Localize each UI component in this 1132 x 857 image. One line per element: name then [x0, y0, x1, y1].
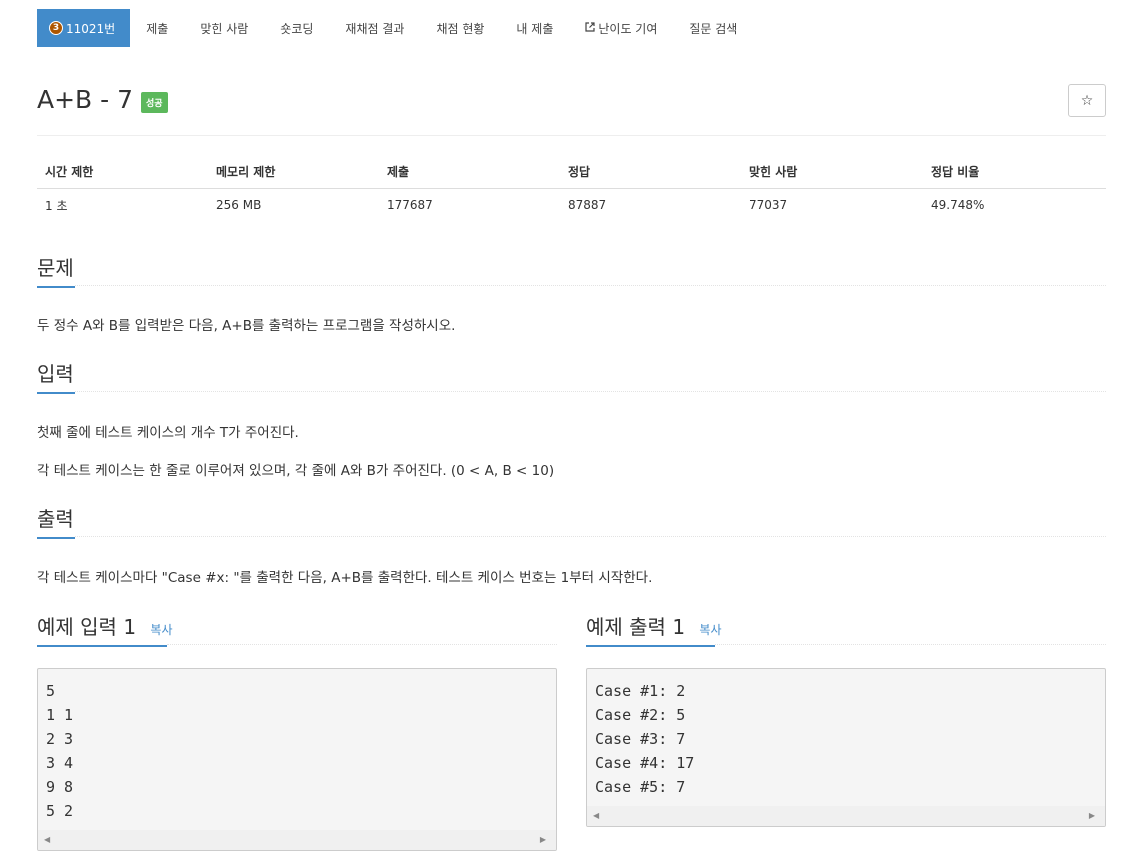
output-description: 각 테스트 케이스마다 "Case #x: "를 출력한 다음, A+B를 출력… [37, 570, 653, 586]
heading-underline [586, 645, 715, 647]
output-section-heading: 출력 [37, 503, 75, 539]
submissions-value: 177687 [387, 198, 433, 213]
col-solved-users: 맞힌 사람 [741, 155, 923, 189]
sample-output-box[interactable]: Case #1: 2 Case #2: 5 Case #3: 7 Case #4… [586, 668, 1106, 827]
time-limit-value: 1 초 [45, 198, 68, 213]
external-link-icon [585, 21, 595, 35]
tier-icon: 3 [49, 21, 63, 35]
tab-difficulty-label: 난이도 기여 [598, 21, 658, 36]
input-section-label: 입력 [37, 362, 74, 386]
title-divider [37, 135, 1106, 136]
heading-underline [37, 392, 75, 394]
heading-underline [37, 645, 167, 647]
problem-description: 두 정수 A와 B를 입력받은 다음, A+B를 출력하는 프로그램을 작성하시… [37, 318, 456, 334]
solved-users-value: 77037 [749, 198, 788, 213]
input-section-heading: 입력 [37, 358, 75, 394]
star-icon: ☆ [1080, 92, 1094, 109]
problem-title-row: A+B - 7 성공 [37, 85, 168, 114]
tab-problem[interactable]: 3 11021번 [37, 9, 131, 47]
col-memory-limit: 메모리 제한 [208, 155, 379, 189]
problem-info-table: 시간 제한 메모리 제한 제출 정답 맞힌 사람 정답 비율 1 초 256 M… [37, 155, 1106, 222]
sample-input-data: 5 1 1 2 3 3 4 9 8 5 2 [46, 682, 74, 820]
scroll-right-icon[interactable]: ▶ [540, 835, 546, 844]
horizontal-scrollbar[interactable]: ◀ ▶ [587, 806, 1105, 826]
input-description-2: 각 테스트 케이스는 한 줄로 이루어져 있으며, 각 줄에 A와 B가 주어진… [37, 463, 555, 479]
problem-nav-tabs: 3 11021번 제출 맞힌 사람 숏코딩 재채점 결과 채점 현황 내 제출 … [37, 9, 753, 47]
col-accepted: 정답 [560, 155, 741, 189]
memory-limit-value: 256 MB [216, 198, 262, 213]
col-accept-ratio: 정답 비율 [923, 155, 1106, 189]
copy-output-button[interactable]: 복사 [699, 623, 721, 637]
section-divider [715, 644, 1106, 645]
problem-section-label: 문제 [37, 256, 74, 280]
section-divider [75, 536, 1106, 537]
page-title: A+B - 7 [37, 85, 134, 114]
scroll-left-icon[interactable]: ◀ [44, 835, 50, 844]
sample-output-data: Case #1: 2 Case #2: 5 Case #3: 7 Case #4… [595, 682, 695, 796]
tab-question-search[interactable]: 질문 검색 [673, 9, 753, 47]
tab-difficulty-contribution[interactable]: 난이도 기여 [569, 9, 673, 47]
col-time-limit: 시간 제한 [37, 155, 208, 189]
tab-submit[interactable]: 제출 [130, 9, 184, 47]
info-header-row: 시간 제한 메모리 제한 제출 정답 맞힌 사람 정답 비율 [37, 155, 1106, 189]
input-description-1: 첫째 줄에 테스트 케이스의 개수 T가 주어진다. [37, 425, 299, 441]
sample-output-label: 예제 출력 1 [586, 615, 686, 639]
horizontal-scrollbar[interactable]: ◀ ▶ [38, 830, 556, 850]
heading-underline [37, 537, 75, 539]
tab-problem-label: 11021번 [66, 21, 116, 36]
copy-input-button[interactable]: 복사 [150, 623, 172, 637]
tab-rejudge-results[interactable]: 재채점 결과 [329, 9, 420, 47]
info-value-row: 1 초 256 MB 177687 87887 77037 49.748% [37, 188, 1106, 222]
sample-output-heading: 예제 출력 1 복사 [586, 611, 722, 647]
output-section-label: 출력 [37, 507, 74, 531]
section-divider [167, 644, 557, 645]
tab-short-coding[interactable]: 숏코딩 [264, 9, 329, 47]
col-submissions: 제출 [379, 155, 560, 189]
scroll-right-icon[interactable]: ▶ [1089, 811, 1095, 820]
sample-input-box[interactable]: 5 1 1 2 3 3 4 9 8 5 2 ◀ ▶ [37, 668, 557, 851]
sample-input-label: 예제 입력 1 [37, 615, 137, 639]
favorite-star-button[interactable]: ☆ [1068, 84, 1106, 117]
section-divider [75, 391, 1106, 392]
heading-underline [37, 286, 75, 288]
problem-section-heading: 문제 [37, 252, 75, 288]
status-badge: 성공 [141, 92, 168, 113]
sample-input-heading: 예제 입력 1 복사 [37, 611, 173, 647]
tab-my-submissions[interactable]: 내 제출 [500, 9, 569, 47]
accepted-value: 87887 [568, 198, 607, 213]
tab-judge-status[interactable]: 채점 현황 [420, 9, 500, 47]
section-divider [75, 285, 1106, 286]
accept-ratio-value: 49.748% [931, 198, 985, 213]
tab-solved-users[interactable]: 맞힌 사람 [184, 9, 264, 47]
scroll-left-icon[interactable]: ◀ [593, 811, 599, 820]
